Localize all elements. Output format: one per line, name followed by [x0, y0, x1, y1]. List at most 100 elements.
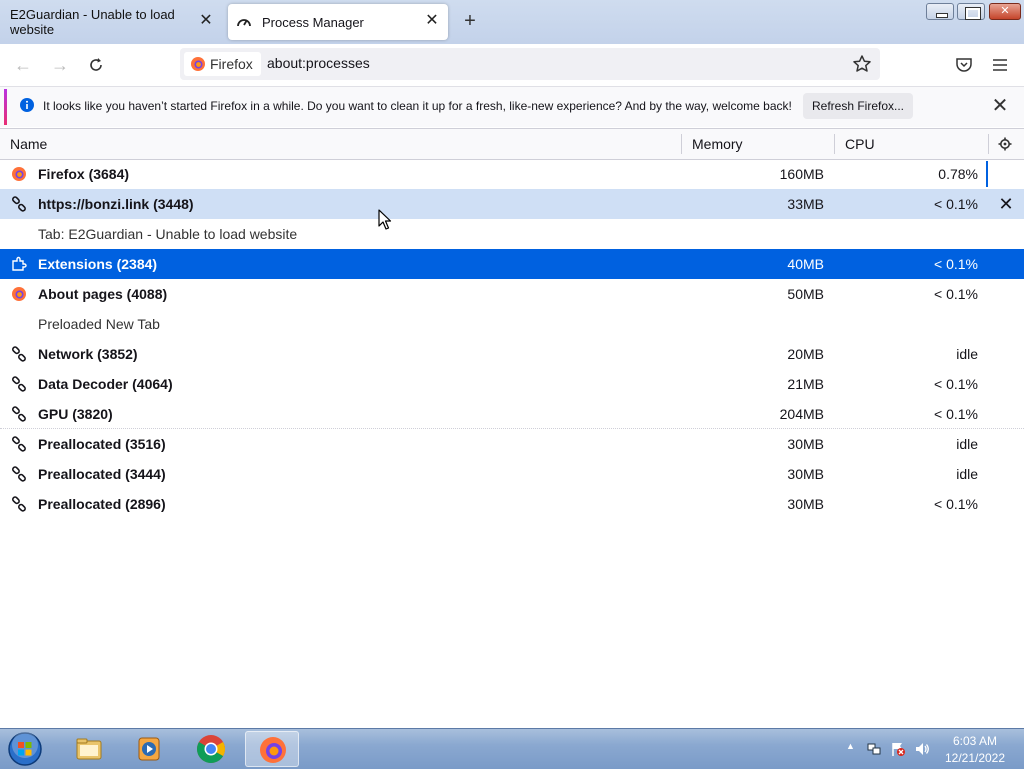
process-subrow-preloaded[interactable]: Preloaded New Tab — [0, 309, 1024, 339]
restore-button[interactable] — [957, 3, 985, 20]
process-name: https://bonzi.link (3448) — [38, 196, 194, 212]
process-row-bonzi[interactable]: https://bonzi.link (3448) 33MB < 0.1% ✕ — [0, 189, 1024, 219]
link-icon — [12, 496, 26, 512]
process-row-preallocated[interactable]: Preallocated (2896) 30MB < 0.1% — [0, 489, 1024, 519]
close-tab-icon[interactable]: ✕ — [198, 13, 214, 29]
close-notification-icon[interactable]: ✕ — [990, 96, 1010, 116]
minimize-button[interactable] — [926, 3, 954, 20]
process-cpu: < 0.1% — [934, 196, 978, 212]
column-divider[interactable] — [834, 134, 835, 154]
info-icon — [20, 98, 34, 112]
process-memory: 20MB — [787, 346, 824, 362]
process-row-about-pages[interactable]: About pages (4088) 50MB < 0.1% — [0, 279, 1024, 309]
process-memory: 40MB — [787, 256, 824, 272]
column-header-memory[interactable]: Memory — [692, 129, 743, 159]
new-tab-button[interactable]: + — [459, 10, 481, 32]
column-divider[interactable] — [988, 134, 989, 154]
url-text[interactable]: about:processes — [267, 55, 370, 71]
process-memory: 30MB — [787, 466, 824, 482]
identity-box[interactable]: Firefox — [184, 52, 261, 76]
process-name: GPU (3820) — [38, 406, 113, 422]
tab-title: E2Guardian - Unable to load website — [10, 7, 175, 37]
process-table-body: Firefox (3684) 160MB 0.78% https://bonzi… — [0, 159, 1024, 519]
thread-name: Preloaded New Tab — [38, 316, 160, 332]
process-name: Data Decoder (4064) — [38, 376, 173, 392]
thread-name: Tab: E2Guardian - Unable to load website — [38, 226, 298, 242]
taskbar-firefox[interactable] — [245, 731, 299, 767]
identity-label: Firefox — [210, 56, 253, 72]
tab-process-manager[interactable]: Process Manager ✕ — [228, 4, 448, 40]
gauge-icon — [237, 19, 251, 27]
column-header-cpu[interactable]: CPU — [845, 129, 875, 159]
settings-gear-icon[interactable] — [998, 137, 1012, 151]
process-cpu: < 0.1% — [934, 286, 978, 302]
clock-time[interactable]: 6:03 AM — [940, 734, 1010, 748]
puzzle-icon — [12, 256, 27, 271]
link-icon — [12, 196, 26, 212]
process-row-network[interactable]: Network (3852) 20MB idle — [0, 339, 1024, 369]
process-name: Preallocated (2896) — [38, 496, 166, 512]
system-tray: ▲ 6:03 AM 12/21/2022 — [840, 729, 1024, 769]
pocket-icon[interactable] — [954, 55, 974, 75]
reload-button[interactable] — [83, 52, 109, 78]
process-memory: 204MB — [779, 406, 824, 422]
chrome-icon — [197, 735, 225, 763]
close-tab-icon[interactable]: ✕ — [424, 13, 440, 29]
reload-icon — [90, 58, 102, 71]
link-icon — [12, 436, 26, 452]
process-row-gpu[interactable]: GPU (3820) 204MB < 0.1% — [0, 399, 1024, 429]
mouse-cursor-icon — [378, 209, 392, 230]
media-player-icon — [138, 737, 160, 761]
notification-bar: It looks like you haven’t started Firefo… — [0, 86, 1024, 127]
column-divider[interactable] — [681, 134, 682, 154]
firefox-icon — [191, 57, 205, 71]
process-memory: 33MB — [787, 196, 824, 212]
process-row-preallocated[interactable]: Preallocated (3444) 30MB idle — [0, 459, 1024, 489]
url-bar[interactable]: Firefox about:processes — [180, 48, 880, 80]
process-memory: 21MB — [787, 376, 824, 392]
bookmark-star-icon[interactable] — [852, 54, 872, 74]
process-cpu: < 0.1% — [934, 496, 978, 512]
firefox-icon — [260, 737, 286, 763]
windows-start-icon[interactable] — [6, 731, 44, 767]
taskbar-media-player[interactable] — [122, 731, 176, 767]
process-cpu: idle — [956, 346, 978, 362]
volume-icon[interactable] — [914, 741, 930, 757]
restore-icon — [958, 4, 984, 20]
title-bar: E2Guardian - Unable to load website ✕ Pr… — [0, 0, 1024, 44]
folder-icon — [76, 738, 102, 760]
process-memory: 50MB — [787, 286, 824, 302]
navigation-toolbar: ← → Firefox about:processes — [0, 44, 1024, 85]
process-cpu: 0.78% — [938, 166, 978, 182]
show-hidden-icons-icon[interactable]: ▲ — [846, 741, 855, 751]
tab-e2guardian[interactable]: E2Guardian - Unable to load website ✕ — [0, 4, 220, 40]
column-header-name[interactable]: Name — [10, 129, 47, 159]
process-subrow-tab[interactable]: Tab: E2Guardian - Unable to load website — [0, 219, 1024, 249]
process-memory: 160MB — [779, 166, 824, 182]
process-name: Network (3852) — [38, 346, 138, 362]
process-row-preallocated[interactable]: Preallocated (3516) 30MB idle — [0, 429, 1024, 459]
close-window-button[interactable]: ✕ — [989, 3, 1021, 20]
taskbar-explorer[interactable] — [62, 731, 116, 767]
process-row-data-decoder[interactable]: Data Decoder (4064) 21MB < 0.1% — [0, 369, 1024, 399]
kill-process-icon[interactable]: ✕ — [998, 195, 1014, 213]
link-icon — [12, 376, 26, 392]
firefox-icon — [12, 167, 26, 181]
process-name: Preallocated (3516) — [38, 436, 166, 452]
refresh-firefox-button[interactable]: Refresh Firefox... — [803, 93, 913, 119]
notification-message: It looks like you haven’t started Firefo… — [43, 99, 792, 113]
back-button[interactable]: ← — [10, 52, 36, 78]
process-name: Preallocated (3444) — [38, 466, 166, 482]
clock-date[interactable]: 12/21/2022 — [940, 751, 1010, 765]
action-center-flag-icon[interactable] — [890, 741, 906, 757]
tab-title: Process Manager — [262, 14, 364, 30]
close-icon: ✕ — [1000, 5, 1010, 17]
process-row-firefox[interactable]: Firefox (3684) 160MB 0.78% — [0, 159, 1024, 189]
hamburger-menu-icon[interactable] — [990, 55, 1010, 75]
forward-button[interactable]: → — [47, 52, 73, 78]
taskbar-chrome[interactable] — [184, 731, 238, 767]
process-row-extensions[interactable]: Extensions (2384) 40MB < 0.1% — [0, 249, 1024, 279]
network-icon[interactable] — [866, 741, 882, 757]
process-table-header: Name Memory CPU — [0, 128, 1024, 160]
link-icon — [12, 406, 26, 422]
